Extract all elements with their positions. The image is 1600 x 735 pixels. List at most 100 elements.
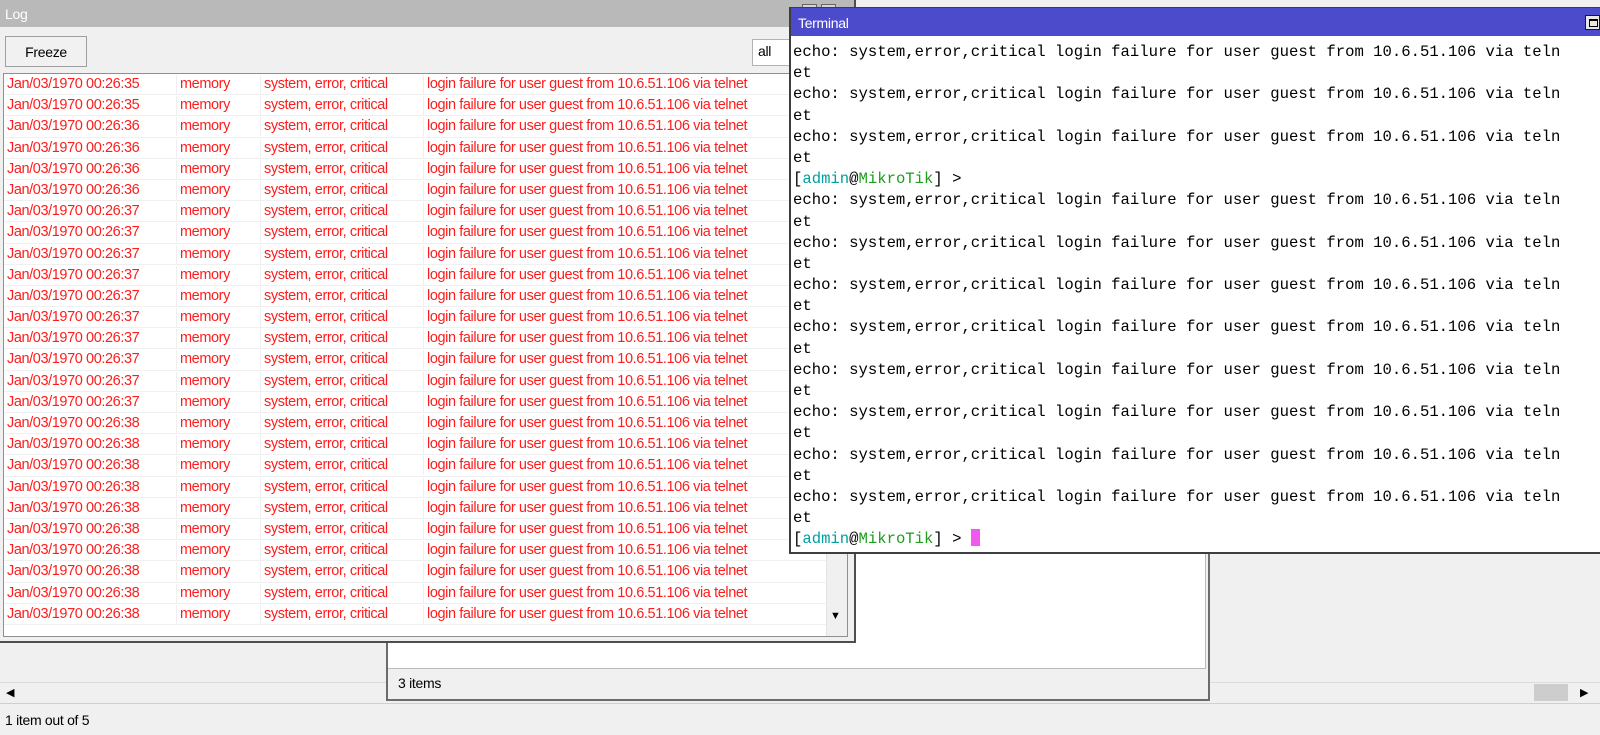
log-message: login failure for user guest from 10.6.5… <box>423 329 827 349</box>
log-message: login failure for user guest from 10.6.5… <box>423 308 827 328</box>
log-topics: system, error, critical <box>260 286 424 306</box>
log-message: login failure for user guest from 10.6.5… <box>423 604 827 624</box>
log-topics: system, error, critical <box>260 308 424 328</box>
terminal-line: et <box>793 339 812 358</box>
terminal-output[interactable]: echo: system,error,critical login failur… <box>793 42 1600 550</box>
log-buffer: memory <box>176 350 260 370</box>
log-row[interactable]: Jan/03/1970 00:26:38 memory system, error,… <box>4 583 826 604</box>
log-row[interactable]: Jan/03/1970 00:26:38 memory system, error,… <box>4 604 826 625</box>
log-row[interactable]: Jan/03/1970 00:26:35 memory system, error,… <box>4 74 827 96</box>
terminal-line: et <box>793 148 812 167</box>
scrollbar-thumb[interactable] <box>1534 684 1568 701</box>
terminal-line: echo: system,error,critical login failur… <box>793 233 1561 252</box>
log-row[interactable]: Jan/03/1970 00:26:36 memory system, error,… <box>4 159 826 180</box>
terminal-line: echo: system,error,critical login failur… <box>793 318 1561 337</box>
maximize-icon[interactable] <box>1585 15 1600 30</box>
log-row[interactable]: Jan/03/1970 00:26:38 memory system, error,… <box>4 540 826 562</box>
log-row[interactable]: Jan/03/1970 00:26:38 memory system, error,… <box>4 561 826 583</box>
scroll-down-arrow-icon[interactable]: ▼ <box>830 610 841 622</box>
log-row[interactable]: Jan/03/1970 00:26:37 memory system, error,… <box>4 265 826 286</box>
log-row[interactable]: Jan/03/1970 00:26:36 memory system, error,… <box>4 138 826 159</box>
log-time: Jan/03/1970 00:26:38 <box>7 542 140 559</box>
log-row[interactable]: Jan/03/1970 00:26:37 memory system, error,… <box>4 286 827 308</box>
terminal-line: echo: system,error,critical login failur… <box>793 276 1561 295</box>
terminal-line: et <box>793 64 812 83</box>
log-message: login failure for user guest from 10.6.5… <box>423 117 827 137</box>
log-topics: system, error, critical <box>260 329 424 349</box>
log-buffer: memory <box>176 604 260 624</box>
log-row[interactable]: Jan/03/1970 00:26:37 memory system, error,… <box>4 392 826 413</box>
log-row[interactable]: Jan/03/1970 00:26:38 memory system, error,… <box>4 477 826 498</box>
log-topics: system, error, critical <box>260 202 424 222</box>
terminal-line: et <box>793 424 812 443</box>
log-time: Jan/03/1970 00:26:38 <box>7 436 140 453</box>
log-row[interactable]: Jan/03/1970 00:26:38 memory system, error,… <box>4 434 826 456</box>
log-row[interactable]: Jan/03/1970 00:26:37 memory system, error,… <box>4 349 826 371</box>
log-row[interactable]: Jan/03/1970 00:26:37 memory system, error,… <box>4 244 826 265</box>
terminal-line: echo: system,error,critical login failur… <box>793 360 1561 379</box>
middle-window-status-text: 3 items <box>398 675 442 691</box>
prompt-open: [ <box>793 530 803 549</box>
log-row[interactable]: Jan/03/1970 00:26:36 memory system, error,… <box>4 116 827 138</box>
freeze-button[interactable]: Freeze <box>5 36 87 67</box>
log-message: login failure for user guest from 10.6.5… <box>423 371 827 391</box>
log-buffer: memory <box>176 244 260 264</box>
log-topics: system, error, critical <box>260 223 424 243</box>
log-message: login failure for user guest from 10.6.5… <box>423 244 827 264</box>
log-time: Jan/03/1970 00:26:38 <box>7 584 140 601</box>
log-time: Jan/03/1970 00:26:38 <box>7 605 140 622</box>
background-status-bar: 1 item out of 5 <box>0 703 1600 735</box>
log-rows: Jan/03/1970 00:26:35 memory system, error,… <box>4 74 826 625</box>
log-buffer: memory <box>176 202 260 222</box>
log-topics: system, error, critical <box>260 180 424 200</box>
terminal-line: et <box>793 297 812 316</box>
log-buffer: memory <box>176 583 260 603</box>
terminal-line: echo: system,error,critical login failur… <box>793 487 1561 506</box>
terminal-line: echo: system,error,critical login failur… <box>793 85 1561 104</box>
log-message: login failure for user guest from 10.6.5… <box>423 223 827 243</box>
terminal-line: echo: system,error,critical login failur… <box>793 127 1561 146</box>
log-topics: system, error, critical <box>260 477 424 497</box>
log-row[interactable]: Jan/03/1970 00:26:37 memory system, error,… <box>4 328 827 350</box>
log-buffer: memory <box>176 180 260 200</box>
background-status-text: 1 item out of 5 <box>5 712 90 728</box>
log-topics: system, error, critical <box>260 371 424 391</box>
log-row[interactable]: Jan/03/1970 00:26:37 memory system, error,… <box>4 201 826 223</box>
log-buffer: memory <box>176 456 260 476</box>
log-time: Jan/03/1970 00:26:38 <box>7 563 140 580</box>
log-row[interactable]: Jan/03/1970 00:26:37 memory system, error,… <box>4 371 826 392</box>
log-row[interactable]: Jan/03/1970 00:26:35 memory system, error,… <box>4 95 826 117</box>
log-message: login failure for user guest from 10.6.5… <box>423 286 827 306</box>
log-time: Jan/03/1970 00:26:37 <box>7 372 140 389</box>
scroll-left-arrow-icon[interactable]: ◀ <box>6 686 14 699</box>
log-time: Jan/03/1970 00:26:35 <box>7 76 140 92</box>
log-list[interactable]: Jan/03/1970 00:26:35 memory system, error,… <box>3 73 848 637</box>
log-time: Jan/03/1970 00:26:37 <box>7 287 140 304</box>
log-row[interactable]: Jan/03/1970 00:26:37 memory system, error,… <box>4 222 827 244</box>
log-time: Jan/03/1970 00:26:37 <box>7 393 140 410</box>
log-row[interactable]: Jan/03/1970 00:26:36 memory system, error,… <box>4 180 826 202</box>
terminal-line: et <box>793 212 812 231</box>
terminal-titlebar[interactable]: Terminal <box>791 8 1600 36</box>
log-topics: system, error, critical <box>260 456 424 476</box>
log-row[interactable]: Jan/03/1970 00:26:37 memory system, error,… <box>4 307 827 329</box>
topic-filter-select[interactable]: all <box>752 39 792 66</box>
terminal-cursor[interactable] <box>970 529 980 547</box>
log-message: login failure for user guest from 10.6.5… <box>423 75 827 94</box>
terminal-line: echo: system,error,critical login failur… <box>793 43 1561 61</box>
log-message: login failure for user guest from 10.6.5… <box>423 138 827 158</box>
log-topics: system, error, critical <box>260 75 424 94</box>
log-time: Jan/03/1970 00:26:37 <box>7 309 140 326</box>
log-window-titlebar[interactable]: Log <box>0 0 854 27</box>
log-time: Jan/03/1970 00:26:37 <box>7 266 140 283</box>
prompt-at: @ <box>849 530 859 549</box>
log-row[interactable]: Jan/03/1970 00:26:38 memory system, error,… <box>4 519 826 541</box>
log-topics: system, error, critical <box>260 414 424 433</box>
terminal-window[interactable]: Terminal echo: system,error,critical log… <box>789 7 1600 554</box>
log-row[interactable]: Jan/03/1970 00:26:38 memory system, error,… <box>4 498 826 519</box>
log-row[interactable]: Jan/03/1970 00:26:38 memory system, error,… <box>4 455 826 477</box>
scroll-right-arrow-icon[interactable]: ▶ <box>1580 686 1588 699</box>
log-row[interactable]: Jan/03/1970 00:26:38 memory system, error,… <box>4 413 826 435</box>
log-topics: system, error, critical <box>260 519 424 539</box>
log-time: Jan/03/1970 00:26:37 <box>7 330 140 347</box>
